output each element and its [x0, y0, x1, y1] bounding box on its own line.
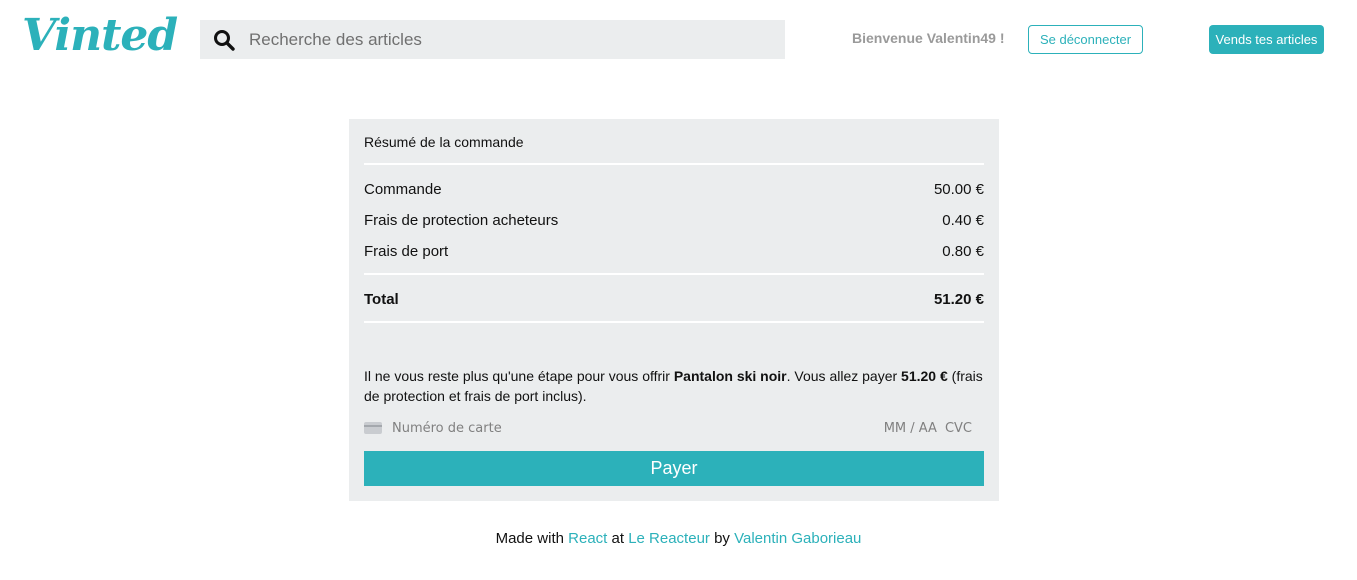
footer: Made with React at Le Reacteur by Valent… — [0, 530, 1357, 547]
react-link[interactable]: React — [568, 530, 607, 547]
vinted-logo[interactable]: Vinted — [22, 8, 178, 64]
line-value: 0.80 € — [942, 243, 984, 260]
total-label: Total — [364, 291, 399, 308]
le-reacteur-link[interactable]: Le Reacteur — [628, 530, 710, 547]
footer-text: at — [607, 530, 629, 547]
sell-items-button[interactable]: Vends tes articles — [1209, 25, 1324, 54]
total-value: 51.20 € — [933, 291, 984, 308]
search-input[interactable] — [248, 20, 769, 59]
order-line-commande: Commande 50.00 € — [364, 181, 984, 198]
card-expiry-input[interactable]: MM / AA — [884, 421, 937, 436]
pay-button[interactable]: Payer — [364, 451, 984, 486]
top-header: Vinted Bienvenue Valentin49 ! Se déconne… — [0, 0, 1357, 80]
order-line-shipping: Frais de port 0.80 € — [364, 243, 984, 260]
card-number-input[interactable]: Numéro de carte — [392, 421, 884, 436]
line-label: Frais de port — [364, 243, 449, 260]
message-text: Il ne vous reste plus qu'une étape pour … — [364, 368, 674, 384]
line-label: Commande — [364, 181, 442, 198]
divider — [364, 163, 984, 165]
product-name: Pantalon ski noir — [673, 368, 787, 384]
line-label: Frais de protection acheteurs — [364, 212, 559, 229]
order-summary-title: Résumé de la commande — [364, 134, 524, 150]
footer-text: by — [709, 530, 735, 547]
divider — [364, 273, 984, 275]
welcome-text: Bienvenue Valentin49 ! — [852, 30, 1005, 46]
payment-message: Il ne vous reste plus qu'une étape pour … — [364, 366, 986, 406]
line-value: 50.00 € — [933, 181, 984, 198]
payment-amount: 51.20 € — [901, 368, 948, 384]
credit-card-icon — [364, 422, 382, 434]
divider — [364, 321, 984, 323]
order-total: Total 51.20 € — [364, 291, 984, 308]
logout-button[interactable]: Se déconnecter — [1028, 25, 1143, 54]
card-input-field[interactable]: Numéro de carte MM / AA CVC — [364, 417, 984, 439]
search-icon[interactable] — [200, 20, 248, 59]
line-value: 0.40 € — [942, 212, 984, 229]
author-link[interactable]: Valentin Gaborieau — [734, 530, 861, 547]
search-bar[interactable] — [200, 20, 785, 59]
card-cvc-input[interactable]: CVC — [945, 421, 972, 436]
order-summary-card: Résumé de la commande Commande 50.00 € F… — [349, 119, 999, 501]
order-line-protection: Frais de protection acheteurs 0.40 € — [364, 212, 984, 229]
footer-text: Made with — [495, 530, 569, 547]
message-text: . Vous allez payer — [786, 368, 902, 384]
